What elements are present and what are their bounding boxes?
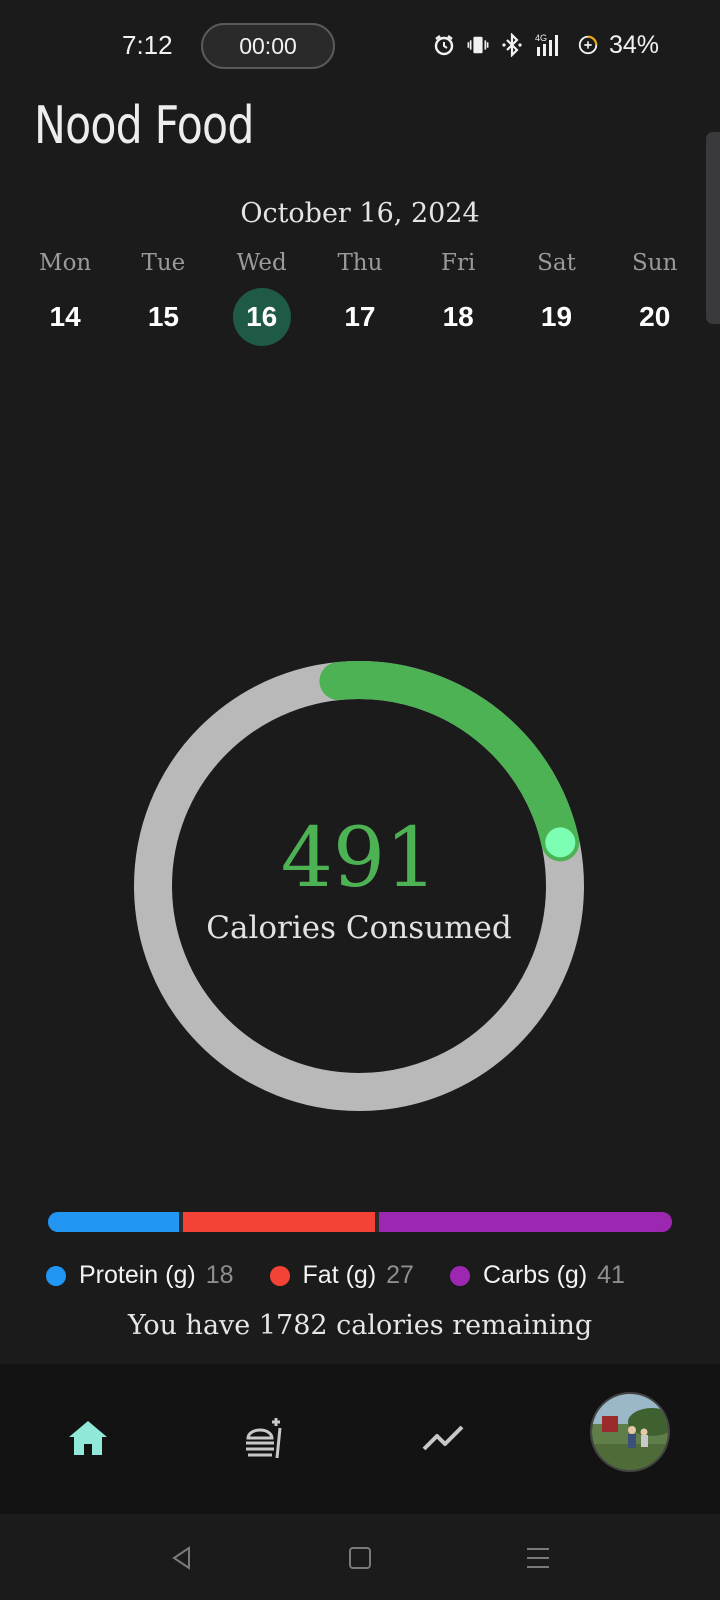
macro-segment-2 bbox=[374, 1212, 672, 1232]
menu-icon bbox=[527, 1548, 549, 1568]
macro-segment-0 bbox=[48, 1212, 179, 1232]
bottom-nav bbox=[0, 1364, 720, 1514]
home-icon bbox=[69, 1421, 107, 1455]
network-label: 4G bbox=[535, 33, 547, 43]
nav-trends-button[interactable] bbox=[404, 1398, 484, 1478]
battery-saver-icon bbox=[577, 32, 599, 58]
bluetooth-icon bbox=[501, 32, 523, 58]
day-thu[interactable]: Thu 17 bbox=[311, 250, 409, 346]
legend-item: Fat (g) 27 bbox=[269, 1261, 414, 1290]
app-title: Nood Food bbox=[34, 96, 254, 156]
system-back-button[interactable] bbox=[160, 1536, 204, 1580]
legend-dot bbox=[46, 1265, 66, 1286]
week-strip: Mon 14 Tue 15 Wed 16 Thu 17 Fri 18 Sat 19 Sun 20 bbox=[16, 250, 704, 346]
date-heading[interactable]: October 16, 2024 bbox=[0, 198, 720, 229]
day-number[interactable]: 17 bbox=[331, 288, 389, 346]
legend-label: Carbs (g) bbox=[482, 1261, 588, 1289]
macro-segment-1 bbox=[178, 1212, 375, 1232]
day-wed[interactable]: Wed 16 bbox=[213, 250, 311, 346]
day-number[interactable]: 19 bbox=[527, 288, 585, 346]
status-icons: 4G 34% bbox=[433, 30, 659, 60]
nav-food-log-button[interactable] bbox=[226, 1398, 306, 1478]
day-tue[interactable]: Tue 15 bbox=[114, 250, 212, 346]
battery-percent: 34% bbox=[609, 30, 660, 59]
alarm-icon bbox=[433, 32, 455, 58]
system-menu-button[interactable] bbox=[516, 1536, 560, 1580]
calorie-ring: 491 Calories Consumed bbox=[129, 656, 589, 1116]
timer-pill[interactable]: 00:00 bbox=[201, 23, 335, 69]
macro-distribution-bar bbox=[48, 1212, 672, 1232]
signal-icon: 4G bbox=[535, 32, 565, 58]
day-mon[interactable]: Mon 14 bbox=[16, 250, 114, 346]
day-number[interactable]: 18 bbox=[429, 288, 487, 346]
day-sun[interactable]: Sun 20 bbox=[606, 250, 704, 346]
calories-consumed-value: 491 bbox=[280, 811, 438, 906]
day-number[interactable]: 15 bbox=[134, 288, 192, 346]
food-log-icon bbox=[246, 1418, 282, 1459]
status-bar: 7:12 00:00 4G 34% bbox=[0, 0, 720, 92]
ring-center: 491 Calories Consumed bbox=[129, 656, 589, 1116]
day-fri[interactable]: Fri 18 bbox=[409, 250, 507, 346]
day-name: Wed bbox=[236, 250, 287, 276]
legend-item: Protein (g) 18 bbox=[46, 1261, 234, 1290]
day-name: Sun bbox=[632, 250, 678, 276]
profile-photo-icon bbox=[592, 1394, 668, 1470]
legend-value: 41 bbox=[597, 1261, 625, 1289]
day-name: Tue bbox=[141, 250, 186, 276]
legend-item: Carbs (g) 41 bbox=[449, 1261, 625, 1290]
legend-dot bbox=[269, 1265, 290, 1286]
calories-consumed-label: Calories Consumed bbox=[206, 910, 512, 946]
nav-home-button[interactable] bbox=[48, 1398, 128, 1478]
profile-avatar[interactable] bbox=[590, 1392, 670, 1472]
day-number-selected[interactable]: 16 bbox=[232, 288, 291, 346]
back-icon bbox=[172, 1546, 190, 1570]
legend-value: 18 bbox=[205, 1261, 234, 1289]
status-time: 7:12 bbox=[122, 30, 173, 60]
home-square-icon bbox=[349, 1547, 371, 1569]
legend-label: Fat (g) bbox=[302, 1261, 377, 1289]
macro-legend: Protein (g) 18 Fat (g) 27 Carbs (g) 41 bbox=[46, 1261, 686, 1290]
day-number[interactable]: 14 bbox=[36, 288, 94, 346]
day-sat[interactable]: Sat 19 bbox=[507, 250, 605, 346]
calories-remaining-text: You have 1782 calories remaining bbox=[127, 1310, 593, 1341]
day-number[interactable]: 20 bbox=[626, 288, 684, 346]
day-name: Fri bbox=[441, 250, 476, 276]
day-name: Sat bbox=[537, 250, 576, 276]
legend-value: 27 bbox=[386, 1261, 414, 1289]
day-name: Mon bbox=[39, 250, 92, 276]
system-nav-bar bbox=[0, 1514, 720, 1600]
system-home-button[interactable] bbox=[338, 1536, 382, 1580]
day-name: Thu bbox=[337, 250, 383, 276]
trends-icon bbox=[422, 1425, 464, 1451]
legend-label: Protein (g) bbox=[79, 1261, 196, 1289]
vibrate-icon bbox=[467, 32, 489, 58]
legend-dot bbox=[449, 1265, 470, 1286]
